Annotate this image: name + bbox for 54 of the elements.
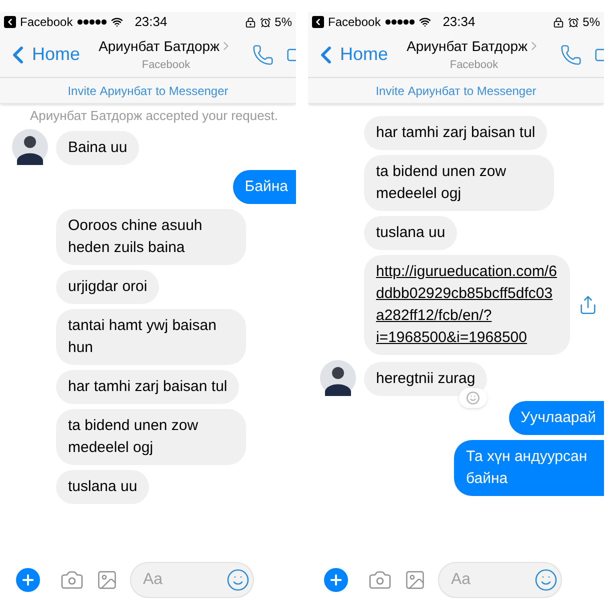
- lock-icon: [244, 16, 256, 28]
- back-button[interactable]: Home: [4, 40, 80, 68]
- plus-icon: [20, 572, 36, 588]
- image-icon[interactable]: [96, 569, 118, 591]
- status-app-name: Facebook: [20, 14, 73, 31]
- reaction-icon[interactable]: [459, 388, 488, 408]
- status-time: 23:34: [134, 13, 168, 32]
- status-app-name: Facebook: [328, 14, 381, 31]
- phone-icon[interactable]: [252, 44, 274, 66]
- back-to-app-icon[interactable]: [312, 16, 324, 28]
- outgoing-message: Та хүн андуурсан байна: [454, 440, 604, 496]
- incoming-message: Ooroos chine asuuh heden zuils baina: [56, 209, 246, 265]
- message-field[interactable]: Aa: [438, 562, 562, 598]
- emoji-icon[interactable]: [226, 568, 250, 592]
- incoming-message: urjigdar oroi: [56, 270, 160, 304]
- message-link[interactable]: http://igurueducation.com/6ddbb02929cb85bcff5dfc03a282ff12/fcb/en/?i=1968500&i=1968500: [376, 261, 558, 349]
- incoming-message: heregtnii zurag: [364, 362, 488, 396]
- wifi-icon: [110, 16, 123, 28]
- contact-name[interactable]: Ариунбат Батдорж: [406, 36, 528, 57]
- incoming-message: har tamhi zarj baisan tul: [364, 116, 548, 150]
- incoming-message: tantai hamt ywj baisan hun: [56, 309, 246, 365]
- outgoing-message: Байна: [232, 170, 296, 204]
- emoji-icon[interactable]: [534, 568, 558, 592]
- phone-icon[interactable]: [560, 44, 582, 66]
- message-field[interactable]: Aa: [130, 562, 254, 598]
- battery-percent: 5%: [582, 14, 600, 31]
- share-icon[interactable]: [578, 295, 598, 315]
- incoming-message: ta bidend unen zow medeelel ogj: [364, 155, 554, 211]
- add-button[interactable]: [324, 568, 348, 592]
- signal-icon: [76, 19, 107, 25]
- contact-subtitle: Facebook: [142, 58, 190, 73]
- status-time: 23:34: [442, 13, 476, 32]
- back-button[interactable]: Home: [312, 40, 388, 68]
- image-icon[interactable]: [404, 569, 426, 591]
- incoming-message: tuslana uu: [56, 470, 150, 504]
- incoming-message: Baina uu: [56, 131, 140, 165]
- invite-link[interactable]: Invite Ариунбат to Messenger: [68, 82, 228, 100]
- lock-icon: [552, 16, 564, 28]
- incoming-message: ta bidend unen zow medeelel ogj: [56, 409, 246, 465]
- wifi-icon: [418, 16, 431, 28]
- alarm-icon: [568, 16, 579, 28]
- incoming-message: har tamhi zarj baisan tul: [56, 370, 240, 404]
- outgoing-message: Уучлаарай: [508, 401, 604, 435]
- invite-link[interactable]: Invite Ариунбат to Messenger: [376, 82, 536, 100]
- contact-name[interactable]: Ариунбат Батдорж: [98, 36, 220, 57]
- signal-icon: [384, 19, 415, 25]
- plus-icon: [328, 572, 344, 588]
- alarm-icon: [260, 16, 271, 28]
- add-button[interactable]: [16, 568, 40, 592]
- battery-percent: 5%: [274, 14, 292, 31]
- incoming-message: tuslana uu: [364, 216, 458, 250]
- system-message: Ариунбат Батдорж accepted your request.: [28, 108, 280, 124]
- back-to-app-icon[interactable]: [4, 16, 16, 28]
- contact-subtitle: Facebook: [450, 58, 498, 73]
